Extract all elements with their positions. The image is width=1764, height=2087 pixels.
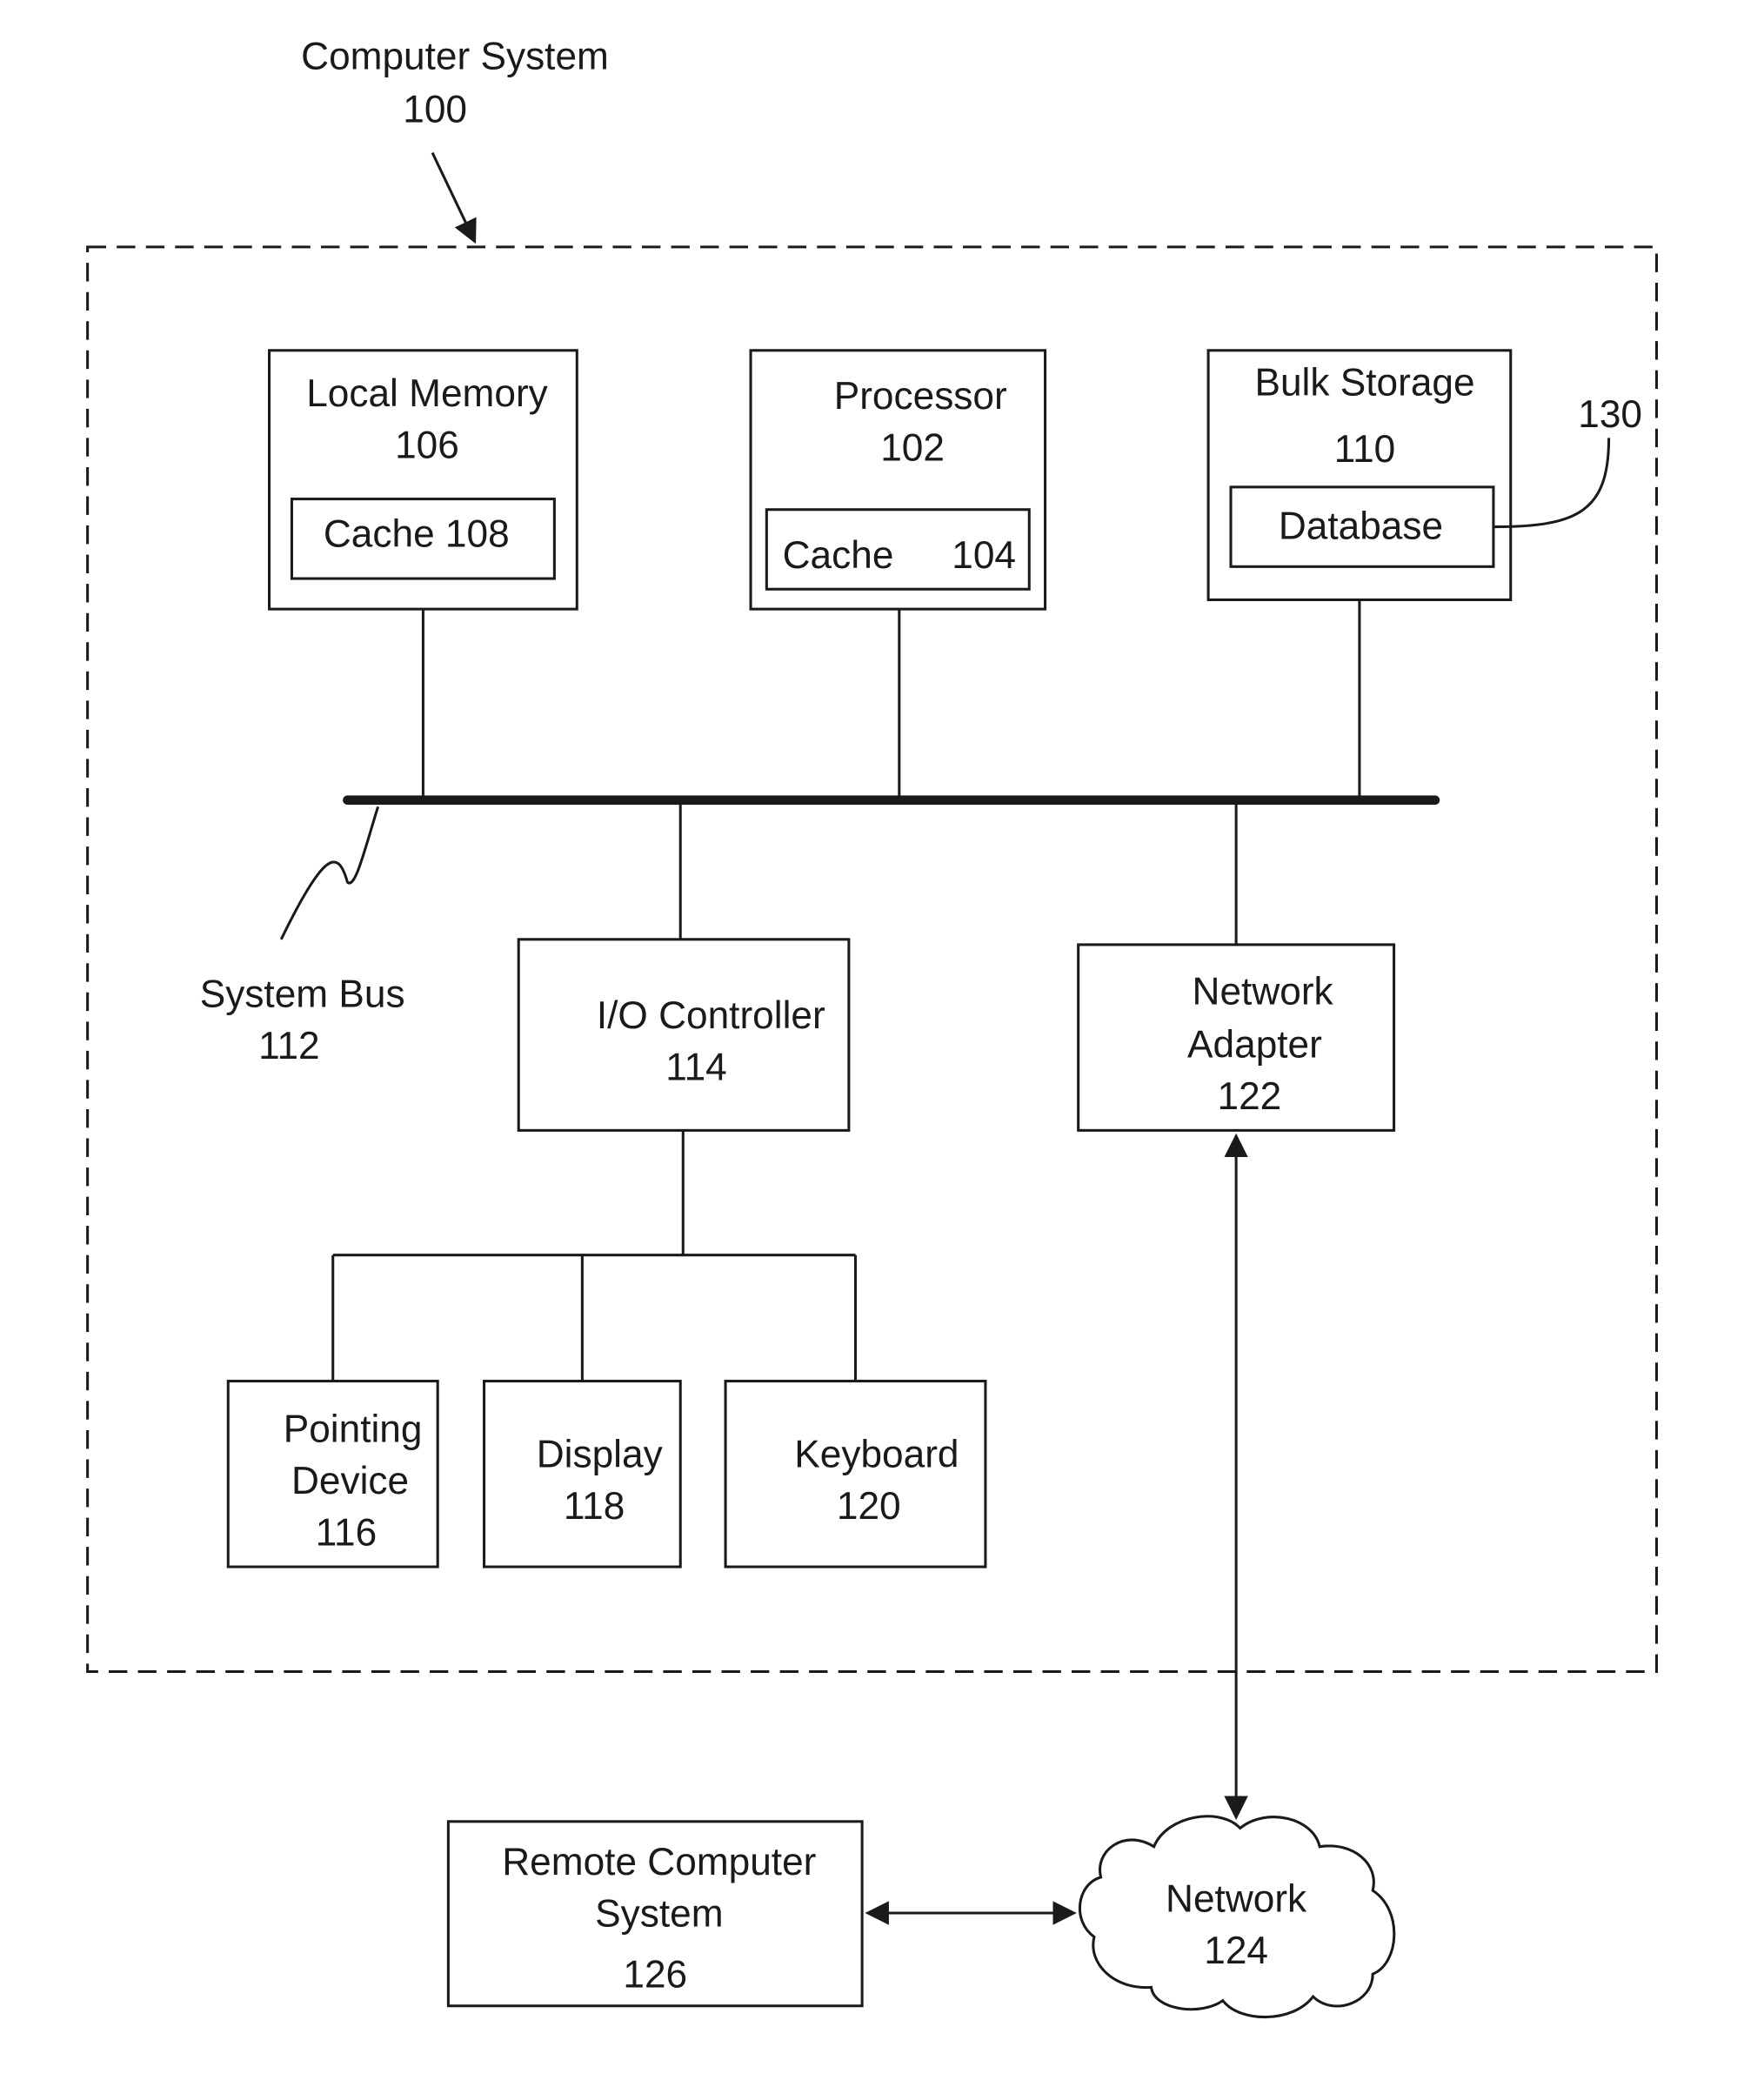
io-controller-block: I/O Controller 114 [517,938,851,1132]
bulk-storage-block: Bulk Storage 110 Database [1206,349,1513,601]
bulk-storage-title: Bulk Storage [1254,362,1474,405]
local-memory-ref: 106 [395,424,459,466]
pointing-device-block: Pointing Device 116 [226,1380,439,1569]
remote-system-ref: 126 [623,1953,687,1996]
network-ref: 124 [1204,1930,1268,1972]
database-label: Database [1279,505,1443,547]
network-adapter-line2: Adapter [1187,1024,1322,1067]
computer-system-diagram: Computer System 100 Local Memory 106 Cac… [86,36,1659,2019]
io-controller-title: I/O Controller [597,994,825,1037]
system-bus-title: System Bus [200,973,405,1016]
database-ref: 130 [1578,393,1642,436]
system-bus-ref: 112 [258,1025,319,1067]
display-block: Display 118 [483,1380,682,1569]
processor-title: Processor [834,375,1007,418]
processor-ref: 102 [880,426,945,469]
system-bus-leader [279,806,380,940]
display-ref: 118 [564,1485,625,1528]
system-ref: 100 [403,89,467,131]
network-adapter-block: Network Adapter 122 [1077,943,1396,1132]
local-memory-cache: Cache 108 [324,512,510,555]
network-title: Network [1166,1877,1307,1920]
processor-cache-ref: 104 [952,534,1016,577]
pointing-device-ref: 116 [316,1512,377,1555]
network-adapter-line1: Network [1193,971,1334,1013]
network-adapter-ref: 122 [1217,1075,1281,1118]
bulk-storage-ref: 110 [1334,428,1395,471]
pointing-device-line2: Device [291,1460,409,1502]
remote-system-line2: System [595,1892,723,1935]
io-controller-ref: 114 [665,1046,726,1088]
keyboard-block: Keyboard 120 [724,1380,987,1569]
system-title: Computer System [301,36,609,78]
pointing-device-line1: Pointing [284,1408,423,1451]
display-title: Display [537,1434,664,1476]
local-memory-block: Local Memory 106 Cache 108 [268,349,578,611]
keyboard-title: Keyboard [794,1434,959,1476]
system-pointer-arrow [431,151,477,244]
processor-cache-label: Cache [783,534,894,577]
remote-system-block: Remote Computer System 126 [446,1820,864,2008]
keyboard-ref: 120 [837,1485,901,1528]
processor-block: Processor 102 Cache 104 [749,349,1047,611]
local-memory-title: Local Memory [306,372,548,415]
remote-system-line1: Remote Computer [502,1841,816,1883]
